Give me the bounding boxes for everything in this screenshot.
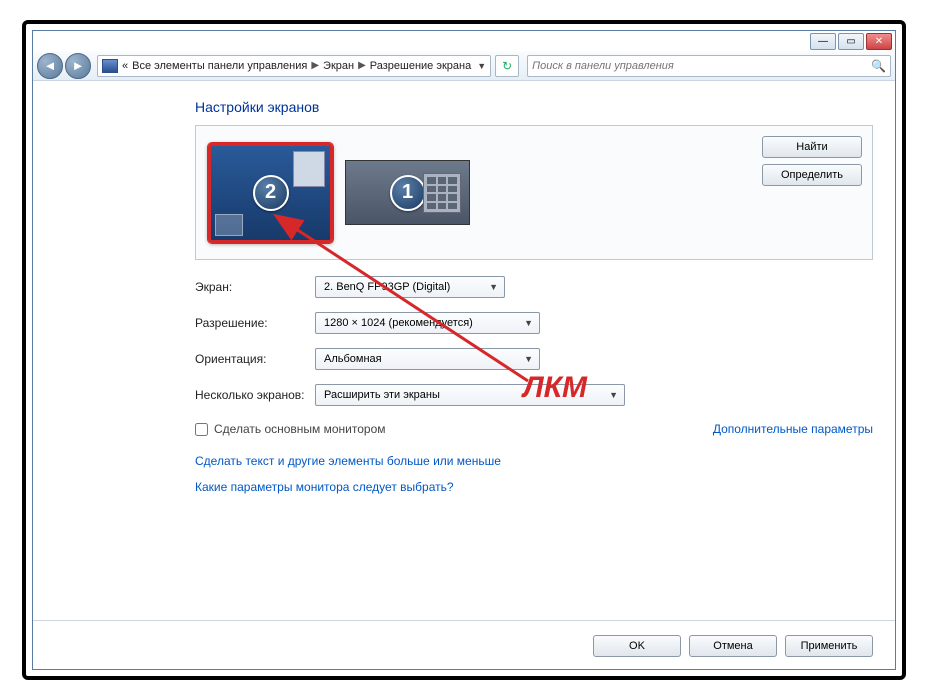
which-params-link[interactable]: Какие параметры монитора следует выбрать… bbox=[195, 480, 873, 494]
close-button[interactable]: ✕ bbox=[866, 33, 892, 50]
breadcrumb-item-2[interactable]: Разрешение экрана bbox=[370, 60, 471, 72]
search-input[interactable] bbox=[532, 60, 871, 72]
monitor-1-number: 1 bbox=[390, 175, 426, 211]
refresh-button[interactable]: ↻ bbox=[495, 55, 519, 77]
chevron-right-icon: ▶ bbox=[311, 60, 319, 71]
breadcrumb[interactable]: « Все элементы панели управления ▶ Экран… bbox=[97, 55, 491, 77]
advanced-settings-link[interactable]: Дополнительные параметры bbox=[713, 422, 873, 436]
apply-button[interactable]: Применить bbox=[785, 635, 873, 657]
maximize-button[interactable]: ▭ bbox=[838, 33, 864, 50]
chevron-down-icon: ▼ bbox=[524, 318, 533, 328]
chevron-down-icon: ▼ bbox=[609, 390, 618, 400]
monitor-2[interactable]: 2 bbox=[208, 143, 333, 243]
minimize-button[interactable]: ― bbox=[810, 33, 836, 50]
breadcrumb-prefix: « bbox=[122, 60, 128, 72]
breadcrumb-item-1[interactable]: Экран bbox=[323, 60, 354, 72]
display-value: 2. BenQ FP93GP (Digital) bbox=[324, 281, 450, 293]
identify-button[interactable]: Определить bbox=[762, 164, 862, 186]
display-label: Экран: bbox=[195, 280, 315, 294]
chevron-down-icon: ▼ bbox=[524, 354, 533, 364]
chevron-down-icon: ▼ bbox=[489, 282, 498, 292]
orientation-value: Альбомная bbox=[324, 353, 382, 365]
back-button[interactable]: ◄ bbox=[37, 53, 63, 79]
window-controls: ― ▭ ✕ bbox=[810, 31, 895, 50]
content-area: Настройки экранов 2 1 Найти Определить Э… bbox=[33, 81, 895, 604]
orientation-label: Ориентация: bbox=[195, 352, 315, 366]
ok-button[interactable]: OK bbox=[593, 635, 681, 657]
chevron-right-icon: ▶ bbox=[358, 60, 366, 71]
monitor-preview-area: 2 1 Найти Определить bbox=[195, 125, 873, 260]
search-icon[interactable]: 🔍 bbox=[871, 59, 886, 73]
cancel-button[interactable]: Отмена bbox=[689, 635, 777, 657]
monitor-2-number: 2 bbox=[253, 175, 289, 211]
forward-button[interactable]: ► bbox=[65, 53, 91, 79]
multiple-displays-value: Расширить эти экраны bbox=[324, 389, 440, 401]
find-button[interactable]: Найти bbox=[762, 136, 862, 158]
navigation-bar: ◄ ► « Все элементы панели управления ▶ Э… bbox=[33, 51, 895, 81]
page-title: Настройки экранов bbox=[195, 99, 873, 115]
make-primary-checkbox[interactable]: Сделать основным монитором bbox=[195, 422, 386, 436]
make-primary-checkbox-input[interactable] bbox=[195, 423, 208, 436]
resolution-dropdown[interactable]: 1280 × 1024 (рекомендуется) ▼ bbox=[315, 312, 540, 334]
breadcrumb-dropdown-icon[interactable]: ▼ bbox=[477, 61, 486, 71]
multiple-displays-label: Несколько экранов: bbox=[195, 388, 315, 402]
breadcrumb-item-0[interactable]: Все элементы панели управления bbox=[132, 60, 307, 72]
resolution-label: Разрешение: bbox=[195, 316, 315, 330]
orientation-dropdown[interactable]: Альбомная ▼ bbox=[315, 348, 540, 370]
keypad-decoration-icon bbox=[423, 173, 461, 213]
multiple-displays-dropdown[interactable]: Расширить эти экраны ▼ bbox=[315, 384, 625, 406]
resolution-value: 1280 × 1024 (рекомендуется) bbox=[324, 317, 473, 329]
monitor-1[interactable]: 1 bbox=[345, 160, 470, 225]
make-primary-label: Сделать основным монитором bbox=[214, 422, 386, 436]
text-size-link[interactable]: Сделать текст и другие элементы больше и… bbox=[195, 454, 873, 468]
address-icon bbox=[102, 59, 118, 73]
taskbar-decoration-icon bbox=[215, 214, 243, 236]
window-decoration-icon bbox=[293, 151, 325, 187]
search-box[interactable]: 🔍 bbox=[527, 55, 891, 77]
footer-buttons: OK Отмена Применить bbox=[33, 621, 895, 669]
display-dropdown[interactable]: 2. BenQ FP93GP (Digital) ▼ bbox=[315, 276, 505, 298]
settings-form: Экран: 2. BenQ FP93GP (Digital) ▼ Разреш… bbox=[195, 276, 873, 406]
